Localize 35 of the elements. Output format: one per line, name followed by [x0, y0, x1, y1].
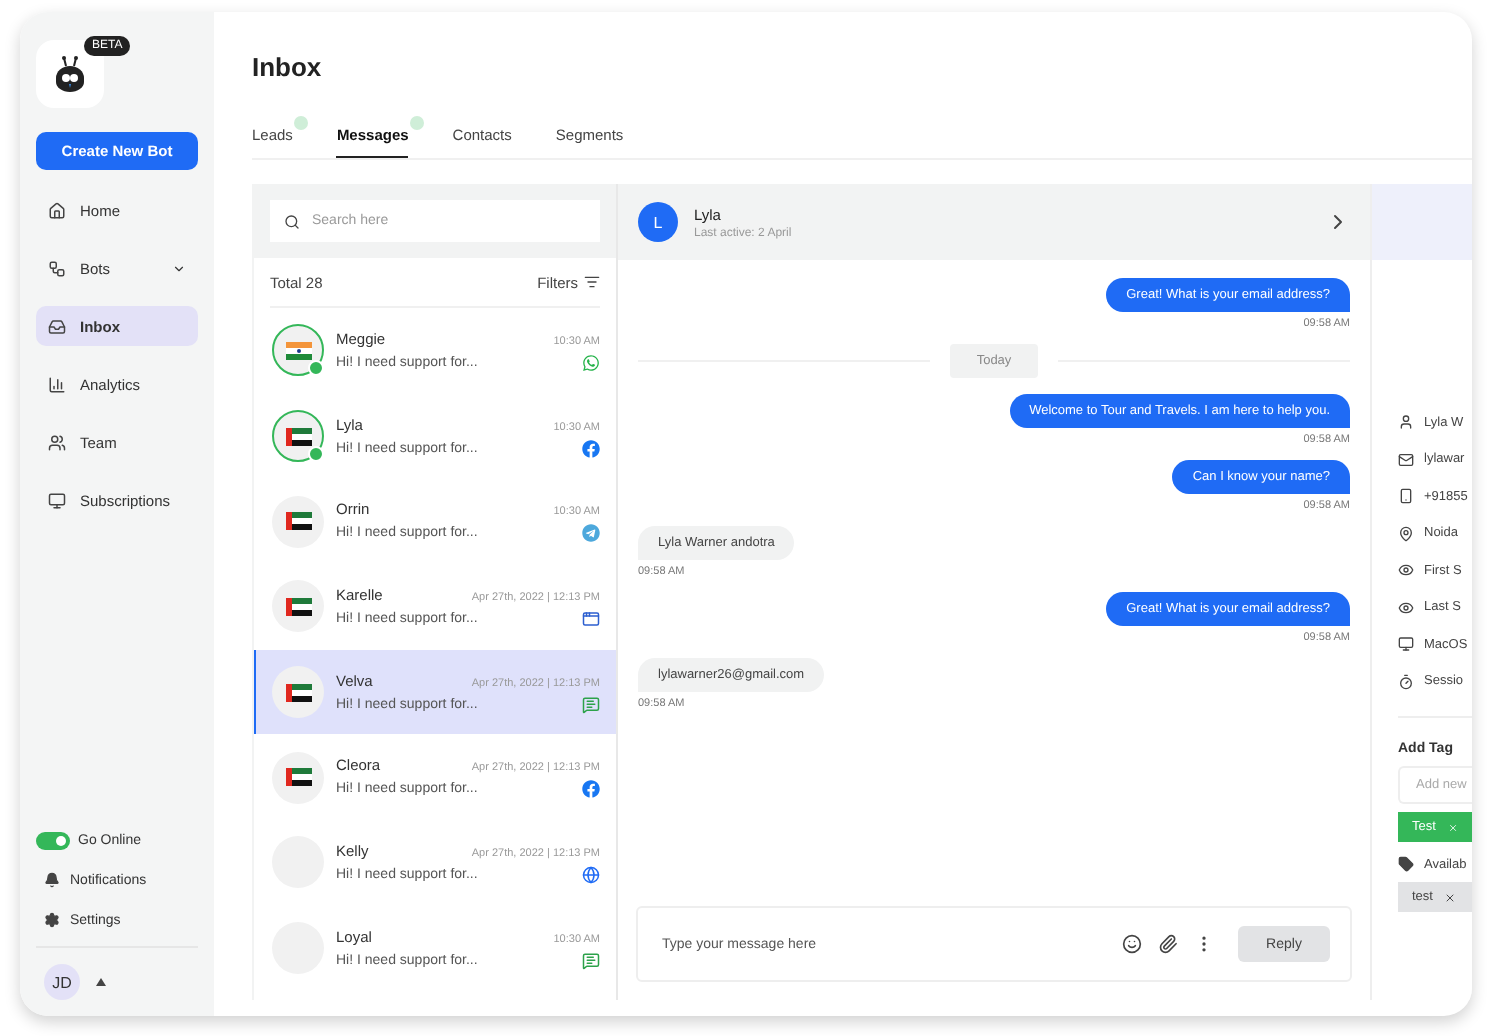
page-title: Inbox	[252, 52, 324, 82]
caret-icon[interactable]	[96, 978, 106, 986]
bell-icon	[44, 872, 60, 888]
person-icon	[1398, 414, 1414, 431]
flag-icon	[285, 768, 311, 787]
location-pin-icon	[1398, 525, 1414, 542]
online-toggle[interactable]	[36, 831, 70, 849]
settings-icon	[44, 912, 60, 928]
search-icon	[284, 213, 300, 229]
close-icon[interactable]	[1444, 891, 1457, 903]
mail-icon	[1398, 451, 1414, 468]
flag-icon	[285, 512, 311, 531]
tag-icon	[1398, 856, 1414, 872]
emoji-icon[interactable]	[1122, 934, 1142, 954]
timer-icon	[1398, 673, 1414, 690]
flag-icon	[285, 341, 311, 360]
eye-icon	[1398, 562, 1414, 579]
flag-icon	[285, 683, 311, 702]
analytics-icon	[48, 375, 66, 393]
eye-icon	[1398, 599, 1414, 616]
flag-icon	[285, 427, 311, 446]
team-icon	[48, 433, 66, 451]
bots-icon	[48, 259, 66, 277]
online-dot	[308, 360, 324, 377]
home-icon	[48, 201, 66, 219]
paperclip-icon[interactable]	[1158, 934, 1178, 954]
contact-avatar: L	[638, 202, 678, 242]
flag-icon	[285, 597, 311, 616]
monitor-icon	[1398, 636, 1414, 653]
filter-icon	[584, 274, 600, 290]
phone-icon	[1398, 488, 1414, 505]
subscriptions-icon	[48, 491, 66, 509]
user-avatar[interactable]: JD	[44, 964, 80, 1000]
inbox-icon	[48, 317, 66, 335]
online-dot	[308, 446, 324, 463]
